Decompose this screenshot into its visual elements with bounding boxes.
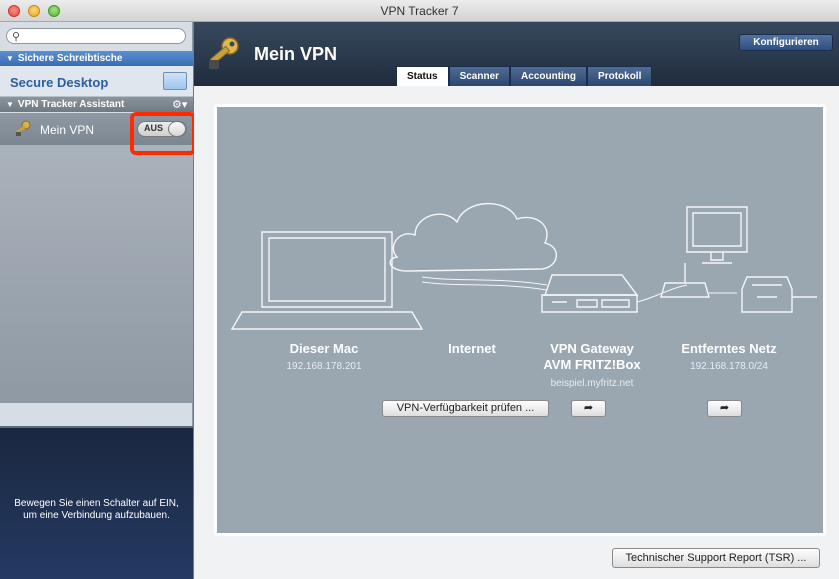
modem-icon: [660, 263, 710, 298]
tab-scanner[interactable]: Scanner: [448, 66, 511, 86]
arrow-icon: ➦: [719, 402, 730, 414]
cloud-icon: [389, 202, 557, 272]
connection-diagram: Dieser Mac 192.168.178.201 Internet VPN …: [214, 104, 826, 536]
sidebar-item-secure-desktop[interactable]: Secure Desktop: [0, 66, 193, 97]
section-header-assistant[interactable]: ▼ VPN Tracker Assistant: [0, 97, 193, 112]
mac-title: Dieser Mac: [289, 341, 359, 356]
toggle-highlight-annotation: [130, 112, 196, 155]
search-input[interactable]: ⚲: [6, 28, 186, 44]
hint-text: Bewegen Sie einen Schalter auf EIN, um e…: [14, 498, 179, 521]
title-bar: VPN Tracker 7: [0, 0, 839, 22]
internet-title: Internet: [448, 341, 496, 356]
sidebar-item-label: Mein VPN: [40, 123, 95, 137]
arrow-icon: ➦: [583, 402, 594, 414]
gateway-title: VPN Gateway: [550, 341, 634, 356]
check-availability-button[interactable]: VPN-Verfügbarkeit prüfen ...: [382, 400, 549, 417]
page-title: Mein VPN: [254, 44, 338, 64]
tab-bar: Status Scanner Accounting Protokoll: [396, 66, 653, 86]
gear-icon[interactable]: ⚙▾: [172, 98, 187, 111]
disclosure-triangle-icon: ▼: [6, 100, 14, 109]
tab-protokoll[interactable]: Protokoll: [587, 66, 653, 86]
support-report-button[interactable]: Technischer Support Report (TSR) ...: [612, 548, 820, 568]
hint-panel: Bewegen Sie einen Schalter auf EIN, um e…: [0, 426, 193, 579]
main-panel: Mein VPN Konfigurieren Status Scanner Ac…: [194, 22, 839, 579]
desktop-thumbnail: [163, 72, 187, 90]
disclosure-triangle-icon: ▼: [6, 54, 14, 63]
tab-accounting[interactable]: Accounting: [510, 66, 588, 86]
section-title: VPN Tracker Assistant: [17, 99, 125, 110]
configure-button[interactable]: Konfigurieren: [739, 34, 833, 51]
key-icon: [16, 120, 31, 136]
sidebar: ⚲ ▼ Sichere Schreibtische Secure Desktop …: [0, 22, 193, 579]
gateway-model: AVM FRITZ!Box: [543, 357, 641, 372]
key-icon: [209, 37, 239, 69]
desktop-computer-icon: [686, 206, 748, 264]
mac-ip: 192.168.178.201: [286, 361, 362, 372]
printer-icon: [741, 276, 817, 313]
network-illustration: [230, 202, 817, 330]
window-title: VPN Tracker 7: [380, 4, 459, 18]
gateway-host: beispiel.myfritz.net: [550, 378, 634, 389]
section-header-secure-desktops[interactable]: ▼ Sichere Schreibtische: [0, 51, 193, 66]
tab-status[interactable]: Status: [396, 66, 449, 86]
router-icon: [541, 274, 639, 313]
gateway-share-button[interactable]: ➦: [571, 400, 606, 417]
connection-list: [0, 145, 193, 403]
sidebar-item-label: Secure Desktop: [10, 75, 109, 90]
remote-share-button[interactable]: ➦: [707, 400, 742, 417]
remote-subnet: 192.168.178.0/24: [690, 361, 768, 372]
main-header: Mein VPN Konfigurieren Status Scanner Ac…: [194, 22, 839, 86]
search-icon: ⚲: [12, 31, 21, 43]
remote-network-title: Entferntes Netz: [681, 341, 777, 356]
section-title: Sichere Schreibtische: [17, 53, 123, 64]
